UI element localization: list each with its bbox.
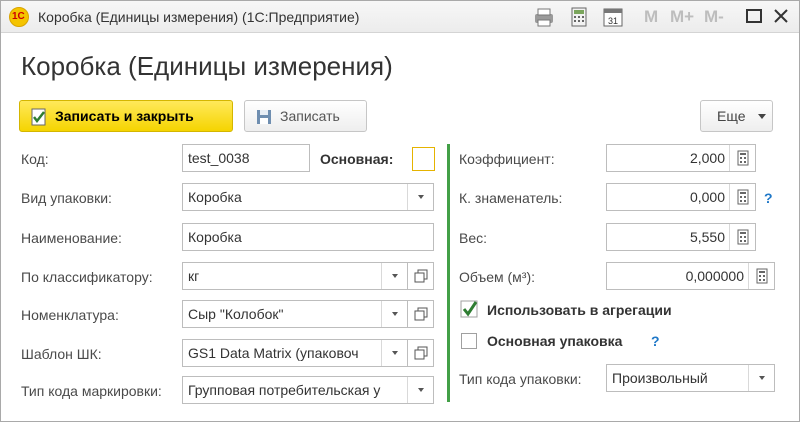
main-package-checkbox[interactable] — [461, 333, 477, 349]
calculator-icon — [737, 189, 749, 205]
marking-code-type-value: Групповая потребительская у — [188, 382, 381, 398]
page-title: Коробка (Единицы измерения) — [21, 51, 393, 81]
main-checkbox[interactable] — [412, 147, 435, 171]
calculator-button[interactable] — [729, 184, 755, 210]
save-label: Записать — [280, 108, 340, 124]
m-minus-icon[interactable]: M- — [704, 7, 724, 27]
classifier-select[interactable]: кг — [182, 262, 408, 290]
pack-type-label: Вид упаковки: — [21, 190, 112, 206]
pack-type-select[interactable]: Коробка — [182, 183, 434, 211]
denominator-value: 0,000 — [689, 189, 725, 205]
name-field[interactable]: Коробка — [182, 223, 434, 251]
column-separator — [447, 144, 450, 402]
more-button[interactable]: Еще — [700, 100, 773, 132]
nomenclature-value: Сыр "Колобок" — [188, 306, 284, 322]
dropdown-icon[interactable] — [381, 340, 407, 366]
package-code-type-select[interactable]: Произвольный — [606, 364, 775, 392]
floppy-disk-icon — [257, 110, 271, 124]
print-icon[interactable] — [532, 7, 556, 27]
dropdown-icon[interactable] — [748, 365, 774, 391]
dropdown-icon[interactable] — [407, 377, 433, 403]
main-package-label: Основная упаковка — [487, 333, 623, 349]
chevron-down-icon — [758, 114, 766, 119]
nomenclature-label: Номенклатура: — [21, 307, 119, 323]
calculator-icon — [737, 229, 749, 245]
help-icon[interactable]: ? — [764, 190, 773, 206]
maximize-icon[interactable] — [743, 5, 765, 27]
classifier-value: кг — [188, 268, 200, 284]
volume-label: Объем (м³): — [459, 269, 535, 285]
calculator-button[interactable] — [729, 224, 755, 250]
denominator-label: К. знаменатель: — [459, 190, 563, 206]
coefficient-field[interactable]: 2,000 — [606, 144, 756, 172]
more-label: Еще — [717, 108, 746, 124]
open-nomenclature-button[interactable] — [408, 300, 434, 328]
save-and-close-button[interactable]: Записать и закрыть — [19, 100, 233, 132]
barcode-template-label: Шаблон ШК: — [21, 346, 102, 362]
calculator-icon — [737, 150, 749, 166]
close-icon[interactable] — [770, 5, 792, 27]
logo-text: 1С — [12, 11, 25, 22]
use-in-aggregation-label: Использовать в агрегации — [487, 302, 672, 318]
m-icon[interactable]: M — [644, 7, 658, 27]
barcode-template-value: GS1 Data Matrix (упаковоч — [188, 345, 359, 361]
app-window: 1С Коробка (Единицы измерения) (1С:Предп… — [0, 0, 800, 422]
app-logo: 1С — [9, 7, 29, 27]
name-label: Наименование: — [21, 230, 122, 246]
use-in-aggregation-checkbox[interactable] — [460, 300, 480, 320]
denominator-field[interactable]: 0,000 — [606, 183, 756, 211]
classifier-label: По классификатору: — [21, 269, 153, 285]
weight-field[interactable]: 5,550 — [606, 223, 756, 251]
barcode-template-select[interactable]: GS1 Data Matrix (упаковоч — [182, 339, 408, 367]
package-code-type-value: Произвольный — [612, 370, 708, 386]
calendar-icon[interactable]: 31 — [602, 7, 624, 27]
document-check-icon — [31, 108, 46, 126]
package-code-type-label: Тип кода упаковки: — [459, 371, 582, 387]
pack-type-value: Коробка — [188, 189, 242, 205]
code-label: Код: — [21, 151, 49, 167]
calculator-button[interactable] — [729, 145, 755, 171]
svg-text:31: 31 — [608, 16, 618, 26]
coefficient-label: Коэффициент: — [459, 151, 555, 167]
volume-field[interactable]: 0,000000 — [606, 262, 775, 290]
marking-code-type-label: Тип кода маркировки: — [21, 383, 162, 399]
volume-value: 0,000000 — [685, 268, 744, 284]
open-icon — [414, 307, 428, 321]
weight-label: Вес: — [459, 230, 488, 246]
open-barcode-template-button[interactable] — [408, 339, 434, 367]
calculator-button[interactable] — [748, 263, 774, 289]
calculator-icon — [756, 268, 768, 284]
code-field[interactable]: test_0038 — [182, 144, 310, 172]
open-classifier-button[interactable] — [408, 262, 434, 290]
nomenclature-select[interactable]: Сыр "Колобок" — [182, 300, 408, 328]
save-and-close-label: Записать и закрыть — [55, 108, 194, 124]
title-bar: 1С Коробка (Единицы измерения) (1С:Предп… — [1, 1, 799, 33]
dropdown-icon[interactable] — [407, 184, 433, 210]
weight-value: 5,550 — [689, 229, 725, 245]
dropdown-icon[interactable] — [381, 301, 407, 327]
marking-code-type-select[interactable]: Групповая потребительская у — [182, 376, 434, 404]
code-value: test_0038 — [188, 150, 250, 166]
dropdown-icon[interactable] — [381, 263, 407, 289]
help-icon[interactable]: ? — [651, 333, 660, 349]
window-title: Коробка (Единицы измерения) (1С:Предприя… — [38, 9, 360, 25]
open-icon — [414, 346, 428, 360]
open-icon — [414, 269, 428, 283]
save-button[interactable]: Записать — [244, 100, 367, 132]
name-value: Коробка — [188, 229, 242, 245]
m-plus-icon[interactable]: M+ — [670, 7, 694, 27]
coefficient-value: 2,000 — [689, 150, 725, 166]
calculator-icon[interactable] — [569, 7, 589, 27]
main-label: Основная: — [320, 151, 394, 167]
